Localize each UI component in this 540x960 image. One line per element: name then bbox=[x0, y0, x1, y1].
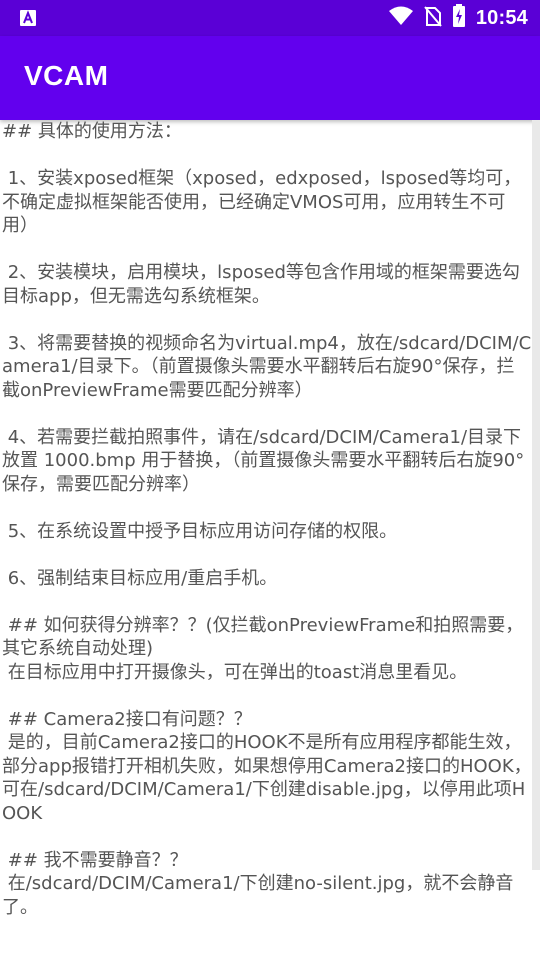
status-bar: 10:54 bbox=[0, 0, 540, 36]
android-a-icon bbox=[20, 10, 36, 26]
content-scroll-area[interactable]: ## 具体的使用方法： 1、安装xposed框架（xposed，edxposed… bbox=[0, 120, 532, 960]
app-bar: VCAM bbox=[0, 36, 540, 120]
scrollbar[interactable] bbox=[532, 120, 540, 870]
battery-charging-icon bbox=[452, 4, 466, 32]
wifi-icon bbox=[388, 6, 414, 30]
no-sim-icon bbox=[424, 5, 442, 31]
status-icons: 10:54 bbox=[388, 0, 528, 36]
usage-instructions-text: ## 具体的使用方法： 1、安装xposed框架（xposed，edxposed… bbox=[2, 121, 532, 918]
app-title: VCAM bbox=[24, 60, 109, 91]
status-time: 10:54 bbox=[475, 6, 528, 29]
